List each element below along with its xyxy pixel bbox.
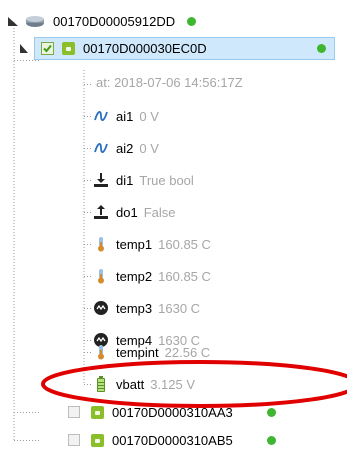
channel-row-temp3[interactable]: temp3 1630 C	[93, 297, 200, 319]
device-checkbox[interactable]	[68, 434, 80, 446]
channel-row-temp1[interactable]: temp1 160.85 C	[93, 233, 211, 255]
channel-row-tempint[interactable]: tempint 22.56 C	[93, 341, 210, 363]
channel-value: 0 V	[139, 108, 159, 124]
battery-icon	[93, 376, 109, 392]
lock-icon	[91, 433, 104, 447]
channel-value: 1630 C	[158, 300, 201, 316]
channel-name: do1	[116, 204, 138, 220]
digital-input-icon	[93, 172, 109, 188]
selected-device-label: 00170D000030EC0D	[83, 40, 207, 56]
channel-name: di1	[116, 172, 134, 188]
selected-device-highlight[interactable]: 00170D000030EC0D	[34, 36, 335, 60]
tree-root-row[interactable]: 00170D00005912DD	[4, 10, 197, 32]
channel-row-ai2[interactable]: ai2 0 V	[93, 137, 159, 159]
channel-name: ai2	[116, 140, 134, 156]
thermometer-icon	[93, 344, 109, 360]
device-status-dot	[266, 407, 276, 417]
channel-value: True bool	[139, 172, 194, 188]
channel-name: tempint	[116, 344, 159, 360]
tree-device-row[interactable]: 00170D0000310AA3	[40, 401, 276, 423]
device-label: 00170D0000310AA3	[112, 404, 233, 420]
tree-device-row[interactable]: 00170D000030EC0D	[14, 36, 347, 60]
thermometer-icon	[93, 236, 109, 252]
device-timestamp-row: at: 2018-07-06 14:56:17Z	[96, 71, 243, 93]
lock-icon	[62, 41, 75, 55]
channel-name: temp1	[116, 236, 153, 252]
analog-wave-icon	[93, 108, 109, 124]
lock-icon	[91, 405, 104, 419]
collapse-arrow-icon[interactable]	[4, 13, 24, 29]
root-status-dot	[187, 16, 197, 26]
collapse-arrow-icon[interactable]	[14, 40, 30, 56]
channel-name: temp3	[116, 300, 153, 316]
device-checkbox[interactable]	[41, 41, 54, 55]
digital-output-icon	[93, 204, 109, 220]
channel-row-ai1[interactable]: ai1 0 V	[93, 105, 159, 127]
channel-name: temp2	[116, 268, 153, 284]
device-status-dot	[317, 43, 326, 53]
device-checkbox[interactable]	[68, 406, 80, 418]
sensor-dial-icon	[93, 300, 109, 316]
channel-value: False	[143, 204, 176, 220]
tree-device-row[interactable]: 00170D0000310AB5	[40, 429, 276, 451]
network-device-icon	[24, 13, 46, 29]
channel-name: vbatt	[116, 376, 145, 392]
channel-value: 160.85 C	[158, 268, 211, 284]
channel-row-do1[interactable]: do1 False	[93, 201, 176, 223]
device-label: 00170D0000310AB5	[112, 432, 233, 448]
channel-value: 160.85 C	[158, 236, 211, 252]
channel-value: 3.125 V	[150, 376, 196, 392]
channel-name: ai1	[116, 108, 134, 124]
device-timestamp: at: 2018-07-06 14:56:17Z	[96, 74, 243, 90]
channel-value: 0 V	[139, 140, 159, 156]
channel-row-temp2[interactable]: temp2 160.85 C	[93, 265, 211, 287]
device-status-dot	[266, 435, 276, 445]
channel-value: 22.56 C	[164, 344, 211, 360]
channel-row-vbatt[interactable]: vbatt 3.125 V	[93, 373, 195, 395]
analog-wave-icon	[93, 140, 109, 156]
channel-row-di1[interactable]: di1 True bool	[93, 169, 194, 191]
root-device-label[interactable]: 00170D00005912DD	[53, 14, 175, 29]
thermometer-icon	[93, 268, 109, 284]
